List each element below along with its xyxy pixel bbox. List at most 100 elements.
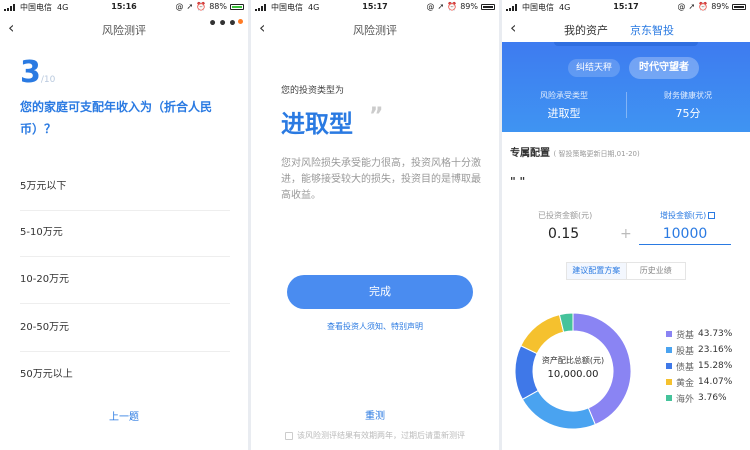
legend-swatch [666,331,672,337]
back-icon[interactable]: ‹ [510,19,516,37]
nav-bar: ‹ 风险测评 [251,16,499,42]
profile-banner: 纠结天秤 时代守望者 风险承受类型 进取型 财务健康状况 75分 [502,42,750,132]
investor-type-value: 进取型 [281,110,353,138]
tab-history-performance[interactable]: 历史业绩 [627,263,686,279]
lock-rotation-icon: @ [426,2,435,11]
location-icon: ➚ [688,2,696,11]
legend-item: 海外 3.76% [666,390,732,406]
legend-value: 3.76% [698,393,727,403]
lock-rotation-icon: @ [175,2,184,11]
alarm-icon: ⏰ [196,2,207,11]
plus-sign: + [620,226,632,242]
battery-percent: 89% [711,2,729,11]
risk-tolerance-value: 进取型 [547,107,581,120]
invested-amount-label: 已投资金额(元) [538,211,593,220]
battery-percent: 88% [209,2,227,11]
donut-center: 资产配比总额(元) 10,000.00 [533,355,613,380]
section-title: 专属配置 ( 智投策略更新日期,01-20) [510,144,640,159]
retest-button[interactable]: 重测 [251,407,499,422]
more-menu-icon[interactable]: ••• [208,16,238,32]
donut-slice-3 [520,314,565,355]
battery-percent: 89% [460,2,478,11]
legend-value: 23.16% [698,345,733,355]
battery-icon [481,3,495,10]
total-allocation-value: 10,000.00 [547,369,599,380]
section-subtitle: ( 智投策略更新日期,01-20) [553,150,640,158]
battery-icon [732,3,746,10]
total-allocation-label: 资产配比总额(元) [541,356,605,365]
screen-assets: 中国电信 4G 15:17 @ ➚ ⏰ 89% ‹ 我的资产 京东智投 纠结天秤… [502,0,750,450]
answer-option[interactable]: 5万元以下 [20,165,230,211]
screen-result: 中国电信 4G 15:17 @ ➚ ⏰ 89% ‹ 风险测评 您的投资类型为 进… [251,0,499,450]
legend-label: 黄金 [676,378,695,389]
add-amount-label: 增投金额(元) [660,210,716,221]
alarm-icon: ⏰ [698,2,709,11]
location-icon: ➚ [186,2,194,11]
disclosure-link[interactable]: 查看投资人须知、特别声明 [251,321,499,332]
add-amount-input[interactable]: 10000 [639,223,731,245]
investor-type-label: 您的投资类型为 [281,86,345,96]
done-button[interactable]: 完成 [287,275,473,309]
status-bar: 中国电信 4G 15:17 @ ➚ ⏰ 89% [502,0,750,14]
legend-label: 债基 [676,362,695,373]
notification-dot [238,19,243,24]
nav-bar: ‹ 我的资产 京东智投 [502,16,750,42]
add-amount-label-text: 增投金额(元) [660,211,707,220]
question-number: 3 [20,55,41,90]
legend-item: 黄金 14.07% [666,374,732,390]
financial-health-stat: 财务健康状况 75分 [626,90,750,121]
chart-legend: 货基 43.73% 股基 23.16% 债基 15.28% 黄金 14.07% 海外 3.76% [666,326,732,406]
legend-value: 43.73% [698,329,733,339]
legend-item: 货基 43.73% [666,326,732,342]
answer-option[interactable]: 5-10万元 [20,211,230,257]
status-bar: 中国电信 4G 15:16 @ ➚ ⏰ 88% [0,0,248,14]
legend-item: 股基 23.16% [666,342,732,358]
allocation-tabs: 建议配置方案 历史业绩 [566,262,686,280]
alarm-icon: ⏰ [447,2,458,11]
legend-swatch [666,363,672,369]
validity-note: 该风险测评结果有效期两年，过期后请重新测评 [285,430,465,441]
tag-libra[interactable]: 纠结天秤 [568,59,621,77]
status-bar: 中国电信 4G 15:17 @ ➚ ⏰ 89% [251,0,499,14]
banner-strip [554,42,698,46]
answer-option[interactable]: 20-50万元 [20,306,230,352]
page-title: 风险测评 [353,24,397,37]
risk-tolerance-stat: 风险承受类型 进取型 [502,90,626,121]
investor-type-description: 您对风险损失承受能力很高，投资风格十分激进，能够接受较大的损失，投资目的是博取最… [281,158,481,201]
invested-amount-value: 0.15 [548,226,580,242]
validity-note-text: 该风险测评结果有效期两年，过期后请重新测评 [297,431,465,440]
risk-tolerance-label: 风险承受类型 [540,91,588,100]
lock-rotation-icon: @ [677,2,686,11]
edit-icon[interactable] [708,212,716,219]
tag-watcher[interactable]: 时代守望者 [629,57,699,79]
donut-slice-1 [521,389,596,430]
quote-mark-icon: ” [369,104,384,129]
legend-label: 股基 [676,346,695,357]
legend-swatch [666,379,672,385]
legend-label: 海外 [676,394,695,405]
answer-option[interactable]: 50万元以上 [20,353,230,399]
question-counter: 3/10 [20,55,55,90]
legend-label: 货基 [676,330,695,341]
tab-my-assets[interactable]: 我的资产 [564,22,608,38]
question-total: /10 [40,75,56,85]
tab-suggested-allocation[interactable]: 建议配置方案 [567,263,627,279]
tab-jd-smart-invest[interactable]: 京东智投 [630,22,674,38]
financial-health-label: 财务健康状况 [664,91,712,100]
nav-bar: ‹ 风险测评 ••• [0,16,248,42]
section-title-text: 专属配置 [510,148,550,159]
battery-icon [230,3,244,10]
legend-swatch [666,347,672,353]
checkbox[interactable] [285,431,293,440]
quote-marks: " " [510,175,526,188]
previous-question-button[interactable]: 上一题 [0,408,248,423]
legend-value: 14.07% [698,377,733,387]
question-text: 您的家庭可支配年收入为（折合人民币）？ [20,100,213,136]
financial-health-value: 75分 [675,107,701,120]
legend-item: 债基 15.28% [666,358,732,374]
legend-swatch [666,395,672,401]
legend-value: 15.28% [698,361,733,371]
answer-option[interactable]: 10-20万元 [20,258,230,304]
screen-question: 中国电信 4G 15:16 @ ➚ ⏰ 88% ‹ 风险测评 ••• 3/10 … [0,0,248,450]
location-icon: ➚ [437,2,445,11]
